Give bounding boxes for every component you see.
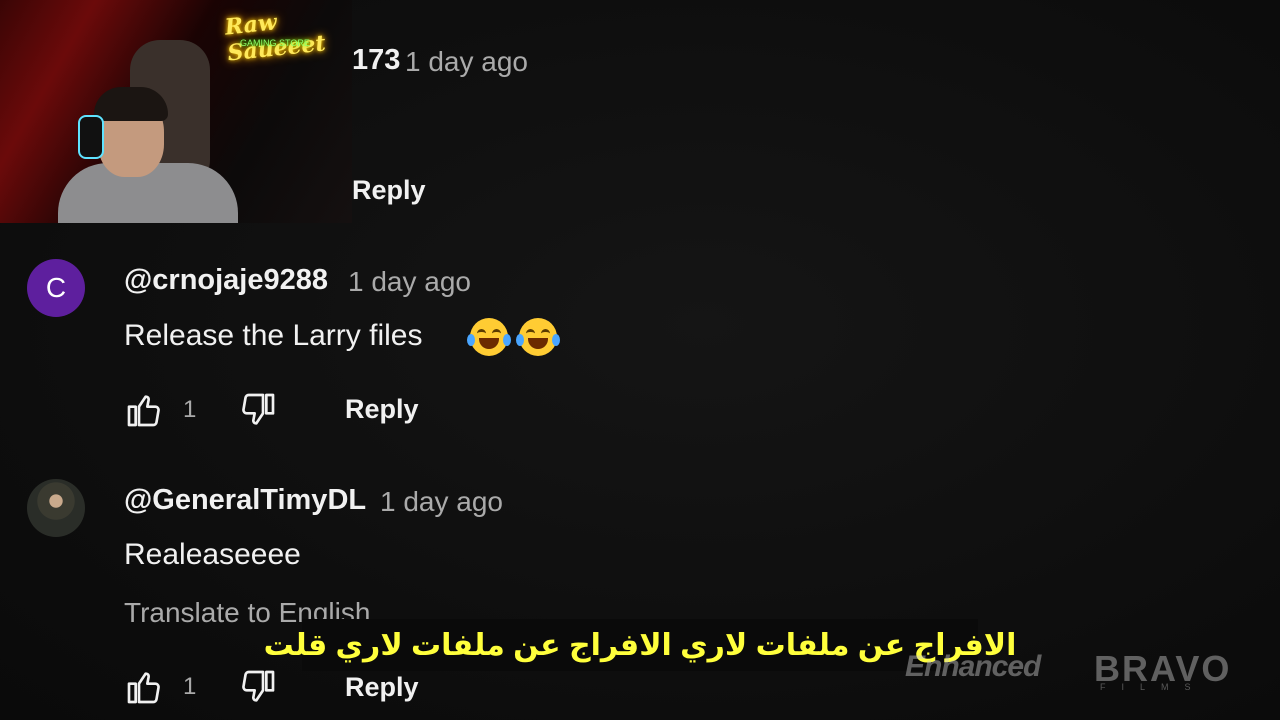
reply-button[interactable]: Reply	[345, 672, 419, 703]
headset-icon	[78, 115, 104, 159]
thumbs-up-icon[interactable]	[124, 390, 164, 430]
comment-text: Release the Larry files	[124, 319, 423, 352]
comment-text: Realeaseeee	[124, 538, 301, 571]
thumbs-down-icon[interactable]	[238, 667, 278, 707]
avatar[interactable]	[27, 479, 85, 537]
avatar[interactable]: C	[27, 259, 85, 317]
thumbs-up-icon[interactable]	[124, 667, 164, 707]
comment-username[interactable]: @GeneralTimyDL	[124, 484, 366, 517]
reply-button[interactable]: Reply	[345, 394, 419, 425]
neon-sign: Raw Saueeet	[223, 9, 327, 67]
comment-timestamp[interactable]: 1 day ago	[348, 266, 471, 298]
streamer-webcam-overlay: Raw Saueeet GAMING STORE	[0, 0, 352, 223]
like-count: 1	[183, 673, 197, 700]
neon-sign-sub: GAMING STORE	[240, 38, 310, 48]
streamer-hair	[94, 87, 168, 121]
comment-timestamp[interactable]: 1 day ago	[380, 486, 503, 518]
comment-username[interactable]: 173	[352, 44, 400, 77]
watermark-films: FILMS	[1100, 682, 1207, 692]
thumbs-down-icon[interactable]	[238, 390, 278, 430]
like-count: 1	[183, 396, 197, 423]
video-frame: Raw Saueeet GAMING STORE 173 1 day ago R…	[0, 0, 1280, 720]
comment-timestamp[interactable]: 1 day ago	[405, 46, 528, 78]
laughing-emoji-icon	[467, 318, 511, 356]
comment-username[interactable]: @crnojaje9288	[124, 264, 328, 297]
laughing-emoji-icon	[516, 318, 560, 356]
avatar-letter: C	[45, 272, 67, 303]
reply-button[interactable]: Reply	[352, 175, 426, 206]
streamer	[58, 87, 238, 223]
arabic-subtitle: الافراج عن ملفات لاري الافراج عن ملفات ل…	[264, 619, 1016, 671]
watermark-enhanced: Enhanced	[905, 650, 1041, 683]
